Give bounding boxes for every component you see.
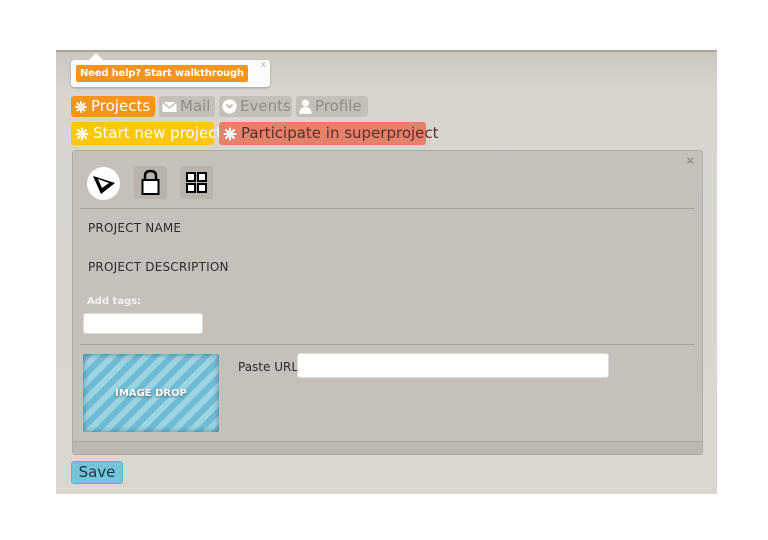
grid-icon	[180, 166, 213, 199]
divider	[80, 344, 695, 345]
tab-label: Events	[240, 97, 291, 115]
lock-icon	[134, 166, 167, 199]
tags-input[interactable]	[83, 313, 203, 334]
participate-superproject-label: Participate in superproject	[241, 124, 439, 142]
tab-label: Profile	[315, 97, 362, 115]
start-walkthrough-button[interactable]: Need help? Start walkthrough	[76, 65, 248, 82]
paste-url-label: Paste URL	[238, 360, 299, 374]
help-popup: Need help? Start walkthrough x	[71, 53, 270, 87]
asterisk-icon	[75, 127, 89, 141]
start-new-project-button[interactable]: Start new project	[71, 122, 222, 145]
participate-superproject-button[interactable]: Participate in superproject	[219, 122, 439, 145]
tab-mail[interactable]: Mail	[159, 96, 215, 117]
tags-label: Add tags:	[87, 296, 142, 307]
panel-footer	[73, 441, 702, 454]
image-drop-label: IMAGE DROP	[115, 387, 187, 399]
start-new-project-label: Start new project	[93, 124, 223, 142]
panel-close-button[interactable]: ×	[686, 154, 695, 167]
lock-button[interactable]	[134, 166, 167, 199]
tab-events[interactable]: Events	[219, 96, 292, 117]
divider	[80, 208, 695, 209]
help-close-button[interactable]: x	[261, 60, 266, 70]
tab-label: Projects	[91, 97, 151, 115]
tab-profile[interactable]: Profile	[296, 96, 368, 117]
send-button[interactable]	[87, 167, 120, 200]
image-drop-zone[interactable]: IMAGE DROP	[83, 354, 219, 432]
grid-button[interactable]	[180, 166, 213, 199]
clock-icon	[222, 99, 237, 114]
tab-label: Mail	[180, 97, 211, 115]
asterisk-icon	[223, 127, 237, 141]
paste-url-input[interactable]	[297, 353, 609, 378]
new-project-panel: × PROJECT NAME PROJECT DESCRIPTION Add t…	[72, 150, 703, 455]
envelope-icon	[162, 100, 177, 113]
tab-projects[interactable]: Projects	[71, 96, 155, 117]
save-button[interactable]: Save	[71, 461, 123, 484]
asterisk-icon	[74, 100, 88, 114]
person-icon	[299, 99, 312, 114]
project-name-field[interactable]: PROJECT NAME	[88, 221, 181, 235]
send-icon	[87, 167, 120, 200]
project-description-field[interactable]: PROJECT DESCRIPTION	[88, 260, 229, 274]
